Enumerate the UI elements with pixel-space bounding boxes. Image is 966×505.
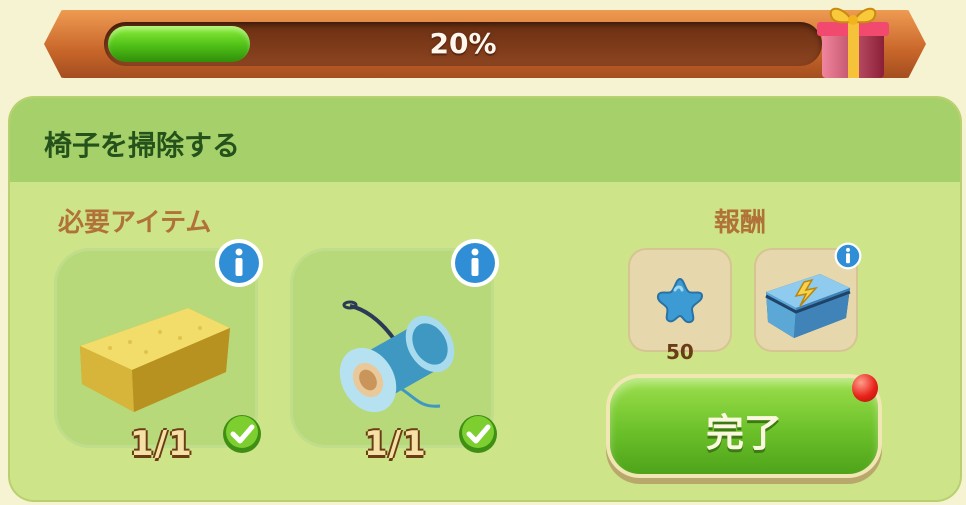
reward-card[interactable] xyxy=(754,242,862,352)
checkmark-icon xyxy=(223,415,261,453)
sponge-icon xyxy=(80,308,230,412)
progress-label: 20% xyxy=(429,27,497,60)
required-item-card[interactable]: 1/1 xyxy=(54,239,263,464)
notification-dot xyxy=(852,374,878,402)
energy-chest-icon xyxy=(765,274,851,338)
info-icon[interactable] xyxy=(214,238,264,288)
task-header: 椅子を掃除する xyxy=(10,98,960,182)
complete-button-label: 完了 xyxy=(705,411,782,455)
thread-spool-icon xyxy=(339,300,455,413)
blue-star-icon xyxy=(656,277,704,324)
task-title: 椅子を掃除する xyxy=(44,129,241,162)
info-icon[interactable] xyxy=(450,238,500,288)
progress-bar: 20% xyxy=(104,22,822,66)
rewards-label: 報酬 xyxy=(714,208,767,238)
checkmark-icon xyxy=(459,415,497,453)
info-icon[interactable] xyxy=(834,242,862,270)
gift-box-icon[interactable] xyxy=(812,0,894,82)
complete-button[interactable]: 完了 xyxy=(610,378,878,474)
reward-count: 50 xyxy=(666,340,694,364)
item-count: 1/1 xyxy=(364,424,427,464)
required-item-card[interactable]: 1/1 xyxy=(290,239,499,464)
reward-card[interactable]: 50 xyxy=(628,248,732,364)
required-items-label: 必要アイテム xyxy=(58,208,212,238)
item-count: 1/1 xyxy=(130,424,193,464)
